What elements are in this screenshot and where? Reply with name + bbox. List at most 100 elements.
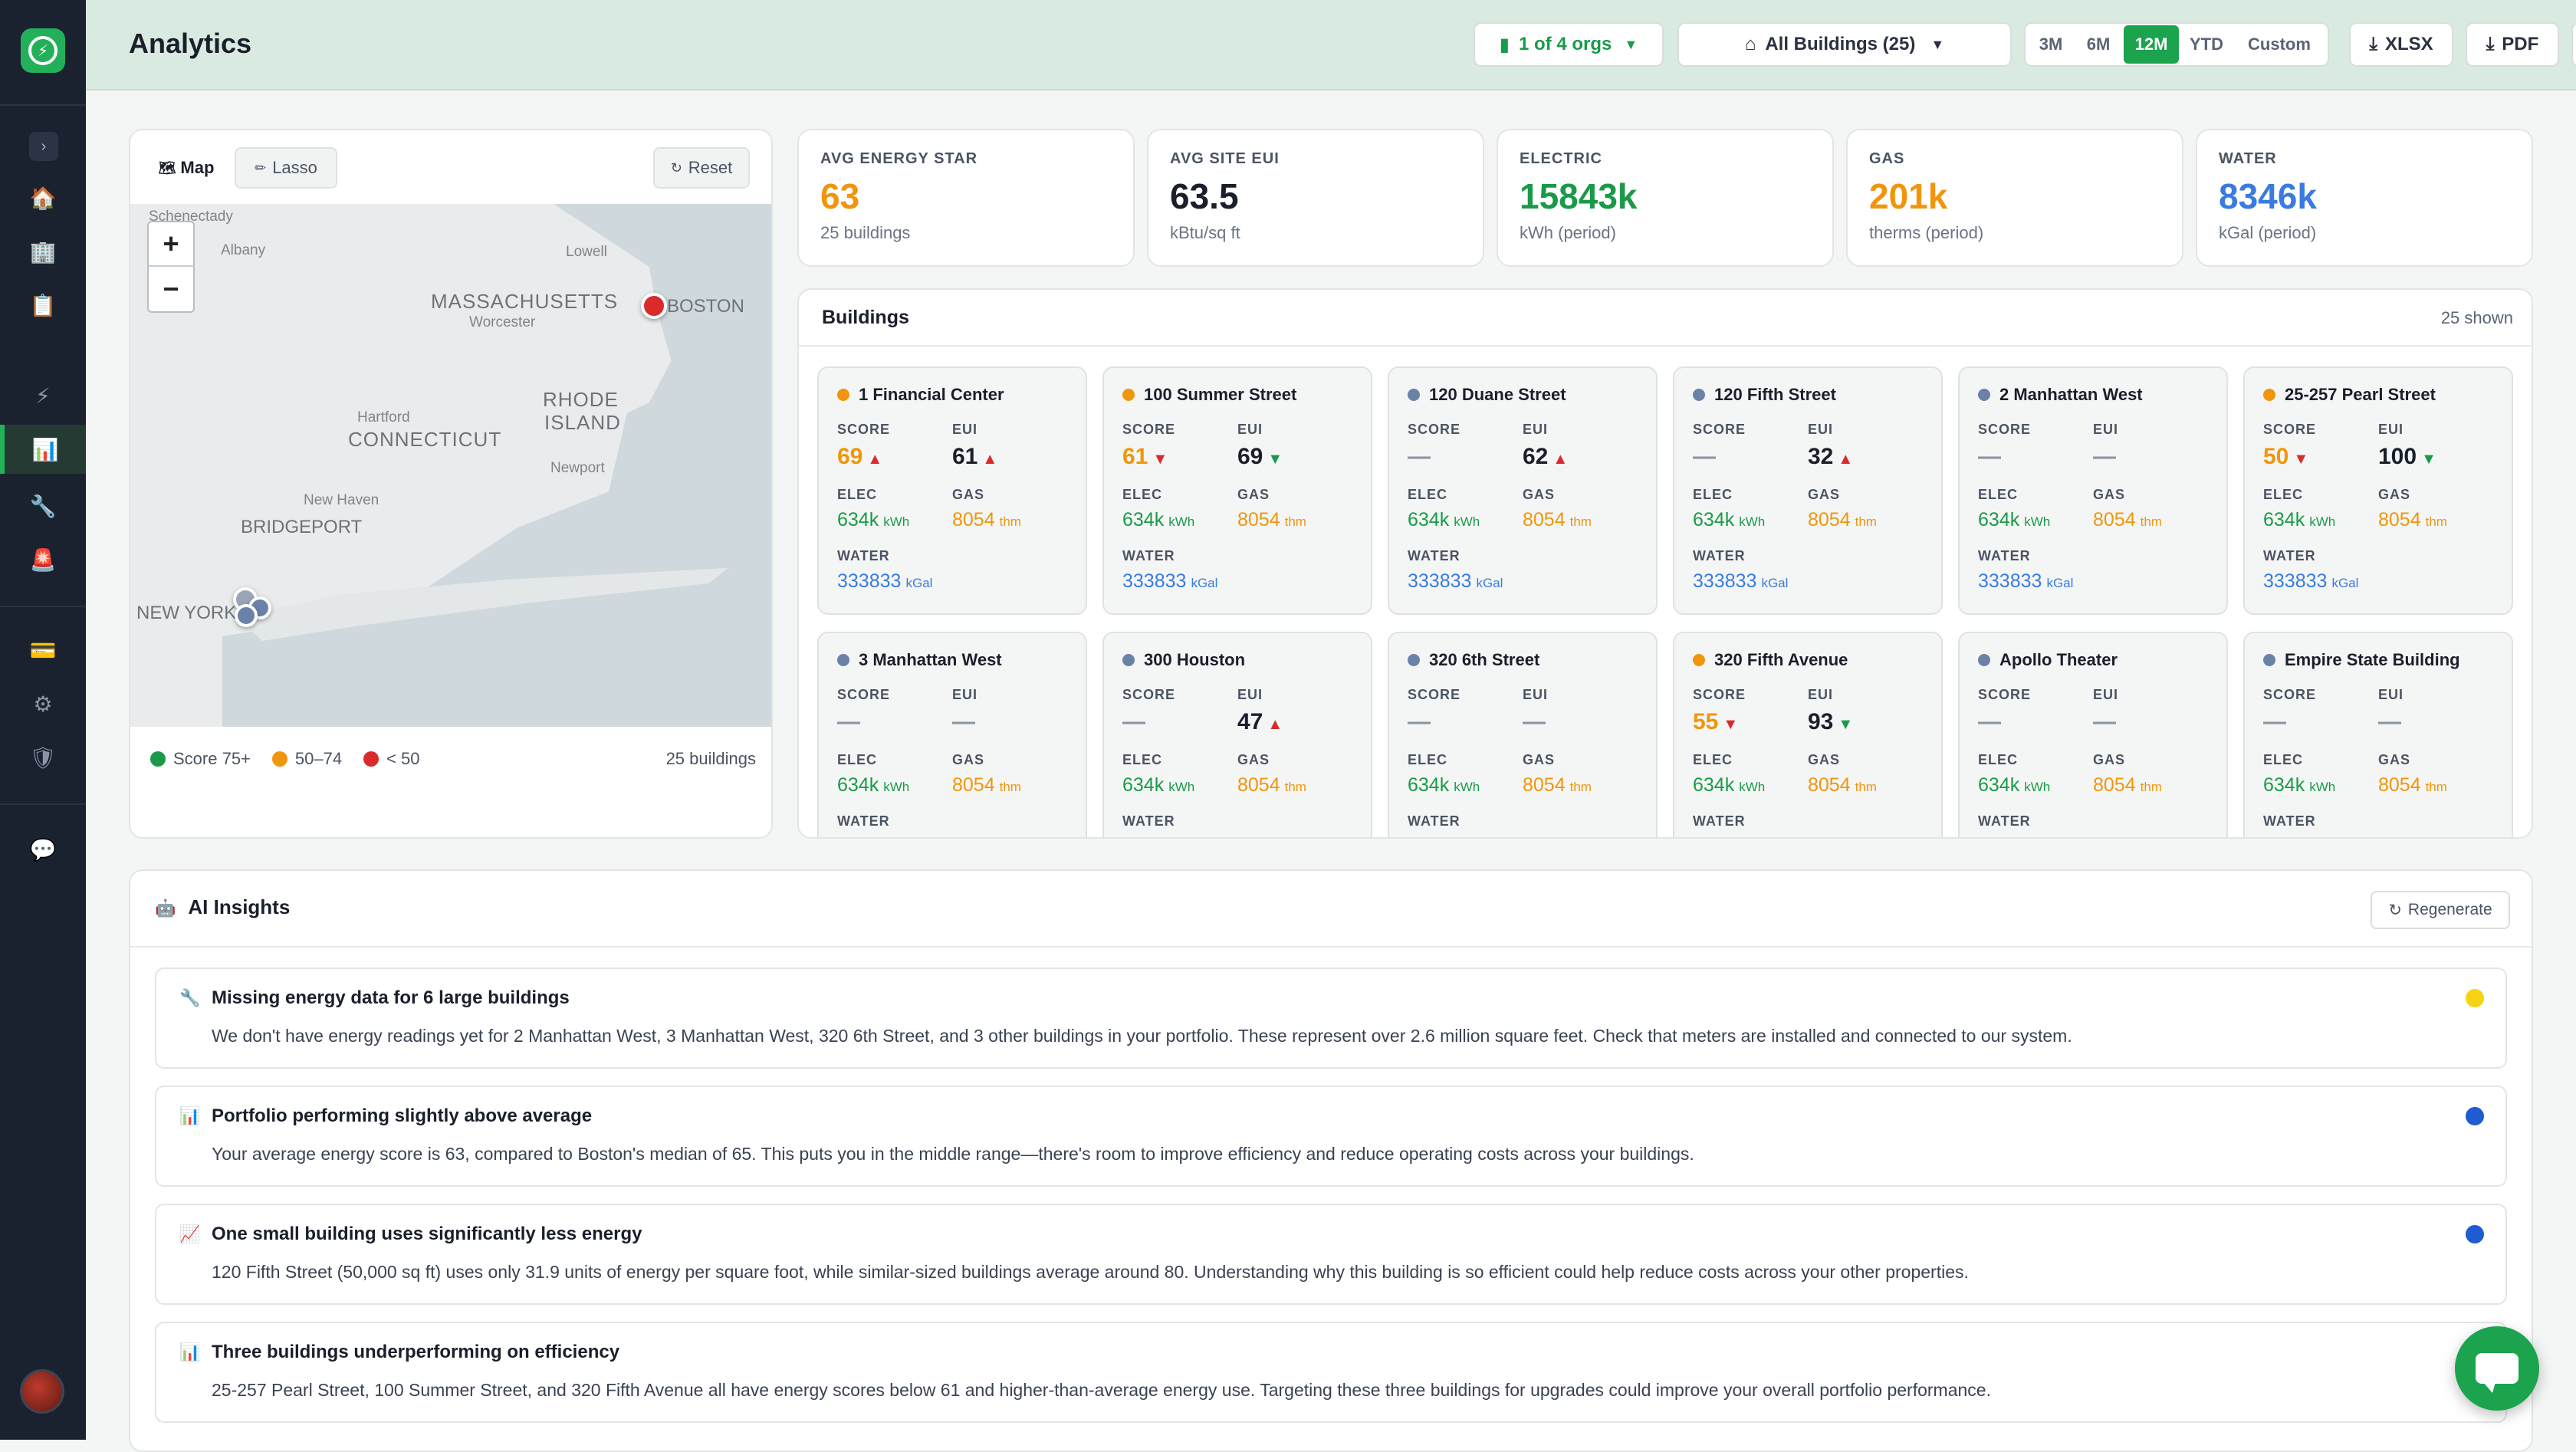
building-card[interactable]: 320 Fifth Avenue SCORE 55 ▼ EUI 93 ▼ ELEC … — [1673, 632, 1943, 837]
eui-value: 47 — [1237, 709, 1263, 734]
export-xlsx-button[interactable]: ⤓ XLSX — [2349, 22, 2453, 67]
map-canvas[interactable]: + − Schenectady Albany Lowell MASSACHUSE… — [130, 204, 771, 727]
sidebar-item-analytics[interactable]: 📊 — [0, 425, 86, 474]
sidebar-item-energy[interactable]: ⚡ — [0, 371, 86, 420]
regenerate-label: Regenerate — [2407, 901, 2492, 918]
building-card[interactable]: 320 6th Street SCORE — EUI — ELEC 634k kW… — [1388, 632, 1658, 837]
sidebar-item-messages[interactable]: 💬 — [0, 825, 86, 874]
sidebar-expand-button[interactable]: › — [29, 132, 58, 161]
buildings-filter-label: All Buildings (25) — [1765, 34, 1916, 54]
sidebar-item-maintenance[interactable]: 🔧 — [0, 481, 86, 531]
kpi-sub: 25 buildings — [820, 223, 911, 242]
buildings-filter[interactable]: ⌂ All Buildings (25) ▼ — [1677, 22, 2012, 67]
kpi-label: WATER — [2219, 150, 2277, 167]
sidebar-item-buildings[interactable]: 🏢 — [0, 227, 86, 276]
map-legend: Score 75+ 50–74 < 50 25 buildings — [150, 744, 756, 774]
legend-orange-dot — [271, 751, 288, 767]
metric-label: GAS — [2093, 752, 2126, 767]
insight-body: 120 Fifth Street (50,000 sq ft) uses onl… — [212, 1262, 1969, 1282]
lasso-tab[interactable]: ✏ Lasso — [235, 147, 337, 189]
kpi-sub: therms (period) — [1869, 223, 1984, 242]
unit-label: kWh — [883, 780, 910, 794]
sidebar-item-alerts[interactable]: 🚨 — [0, 535, 86, 584]
ai-insights-panel: 🤖 AI Insights ↻ Regenerate 🔧 Missing energ… — [129, 869, 2533, 1452]
trend-icon: ▼ — [2421, 451, 2436, 468]
building-card[interactable]: Empire State Building SCORE — EUI — ELEC… — [2243, 632, 2513, 837]
user-avatar[interactable] — [20, 1369, 64, 1414]
building-card[interactable]: 3 Manhattan West SCORE — EUI — ELEC 634k… — [817, 632, 1087, 837]
insight-card[interactable]: 📊 Three buildings underperforming on effi… — [155, 1322, 2507, 1423]
map-label: MASSACHUSETTS — [431, 290, 619, 313]
sidebar-item-reports[interactable]: 📋 — [0, 281, 86, 330]
refresh-icon: ↻ — [670, 159, 682, 176]
chevron-down-icon: ▼ — [1930, 36, 1945, 52]
sidebar-item-home[interactable]: 🏠 — [0, 173, 86, 222]
elec-value: 634k — [2263, 509, 2305, 531]
shield-icon: 🛡 — [29, 745, 57, 770]
insight-title: Three buildings underperforming on effic… — [212, 1342, 620, 1362]
metric-label: EUI — [1808, 422, 1834, 437]
metric-label: SCORE — [1693, 687, 1746, 702]
pdf-label: PDF — [2502, 34, 2539, 54]
score-value: — — [1693, 444, 1716, 469]
map-reset-button[interactable]: ↻ Reset — [653, 147, 750, 189]
unit-label: kWh — [1168, 780, 1195, 794]
unit-label: thm — [999, 514, 1021, 529]
insight-card[interactable]: 🔧 Missing energy data for 6 large buildin… — [155, 967, 2507, 1069]
metric-label: SCORE — [837, 422, 891, 437]
chat-launcher-button[interactable] — [2455, 1326, 2539, 1411]
map-label: ISLAND — [544, 411, 621, 434]
map-label: RHODE — [543, 388, 619, 411]
building-card[interactable]: 300 Houston SCORE — EUI 47 ▲ ELEC 634k kWh… — [1102, 632, 1372, 837]
building-card[interactable]: 100 Summer Street SCORE 61 ▼ EUI 69 ▼ ELEC… — [1102, 366, 1372, 615]
metric-label: WATER — [1408, 548, 1460, 563]
insight-card[interactable]: 📊 Portfolio performing slightly above ave… — [155, 1086, 2507, 1187]
building-card[interactable]: 1 Financial Center SCORE 69 ▲ EUI 61 ▲ ELE… — [817, 366, 1087, 615]
period-ytd[interactable]: YTD — [2179, 25, 2234, 64]
building-card[interactable]: 120 Duane Street SCORE — EUI 62 ▲ ELEC 63… — [1388, 366, 1658, 615]
unit-label: kWh — [1739, 780, 1766, 794]
period-custom[interactable]: Custom — [2234, 25, 2325, 64]
metric-label: WATER — [1122, 548, 1175, 563]
sidebar-item-billing[interactable]: 💳 — [0, 626, 86, 675]
zoom-out-button[interactable]: − — [149, 267, 193, 311]
chevron-down-icon: ▼ — [1624, 36, 1638, 52]
kpi-card-energy-star: AVG ENERGY STAR 63 25 buildings — [797, 129, 1135, 267]
email-button[interactable]: ✉ — [2571, 22, 2576, 67]
map-tab[interactable]: 🗺 Map — [150, 147, 222, 189]
eui-value: 32 — [1808, 444, 1834, 469]
score-value: 61 — [1122, 444, 1148, 469]
org-selector[interactable]: ▮ 1 of 4 orgs ▼ — [1474, 22, 1664, 67]
period-6m[interactable]: 6M — [2073, 25, 2124, 64]
metric-label: SCORE — [2263, 687, 2317, 702]
kpi-value: 15843k — [1520, 176, 1638, 216]
sidebar-item-security[interactable]: 🛡 — [0, 733, 86, 782]
trend-icon: ▼ — [1267, 451, 1283, 468]
zoom-in-button[interactable]: + — [149, 222, 193, 267]
regenerate-button[interactable]: ↻ Regenerate — [2371, 891, 2510, 929]
sidebar-item-settings[interactable]: ⚙ — [0, 679, 86, 728]
insight-card[interactable]: 📈 One small building uses significantly l… — [155, 1204, 2507, 1305]
metric-label: ELEC — [2263, 752, 2304, 767]
eui-value: — — [2093, 709, 2116, 734]
period-3m[interactable]: 3M — [2029, 25, 2073, 64]
kpi-label: ELECTRIC — [1520, 150, 1602, 167]
building-card[interactable]: Apollo Theater SCORE — EUI — ELEC 634k kW… — [1958, 632, 2228, 837]
building-card[interactable]: 25-257 Pearl Street SCORE 50 ▼ EUI 100 ▼ E… — [2243, 366, 2513, 615]
app-logo[interactable]: ⚡ — [21, 28, 65, 73]
export-pdf-button[interactable]: ⤓ PDF — [2466, 22, 2559, 67]
ai-insights-title-label: AI Insights — [188, 895, 291, 918]
building-card[interactable]: 120 Fifth Street SCORE — EUI 32 ▲ ELEC 63… — [1673, 366, 1943, 615]
building-card[interactable]: 2 Manhattan West SCORE — EUI — ELEC 634k… — [1958, 366, 2228, 615]
elec-value: 634k — [1122, 509, 1165, 531]
trend-icon: ▲ — [1838, 451, 1854, 468]
metric-label: WATER — [837, 813, 890, 829]
elec-value: 634k — [1693, 509, 1735, 531]
period-12m[interactable]: 12M — [2124, 25, 2179, 64]
status-dot — [2263, 389, 2275, 401]
trend-chart-icon: 📈 — [179, 1224, 201, 1243]
map-pin-boston[interactable] — [641, 293, 667, 319]
eui-value: — — [952, 709, 975, 734]
map-pin-nyc[interactable] — [235, 604, 258, 627]
unit-label: kGal — [905, 576, 933, 590]
